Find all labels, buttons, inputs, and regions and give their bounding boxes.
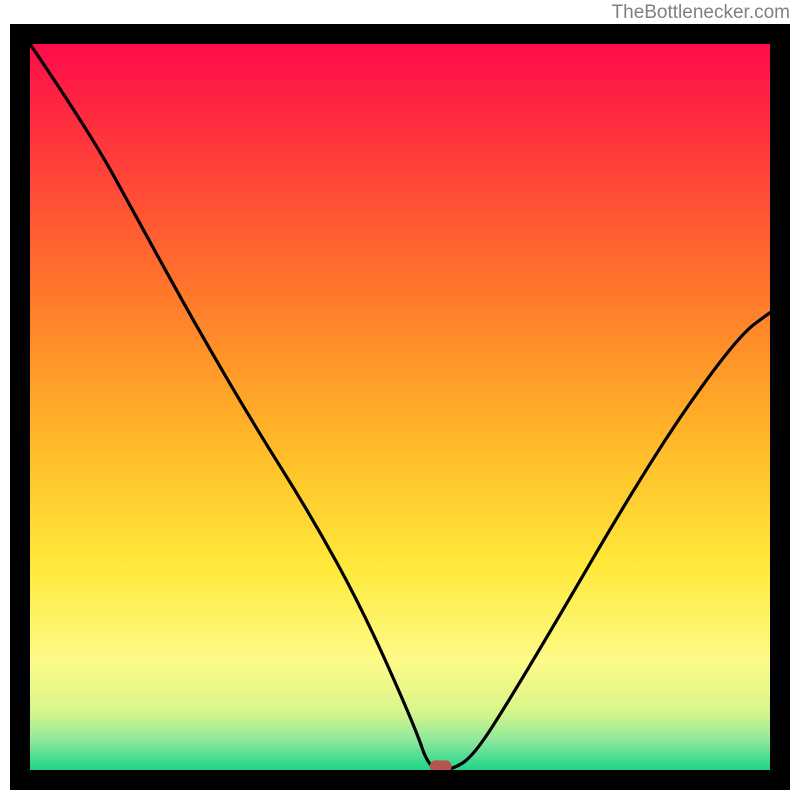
watermark-text: TheBottlenecker.com <box>612 2 790 24</box>
gradient-background <box>30 44 770 770</box>
plot-frame <box>10 24 790 790</box>
chart-container: TheBottlenecker.com <box>0 0 800 800</box>
optimal-marker <box>430 760 452 770</box>
bottleneck-chart <box>30 44 770 770</box>
